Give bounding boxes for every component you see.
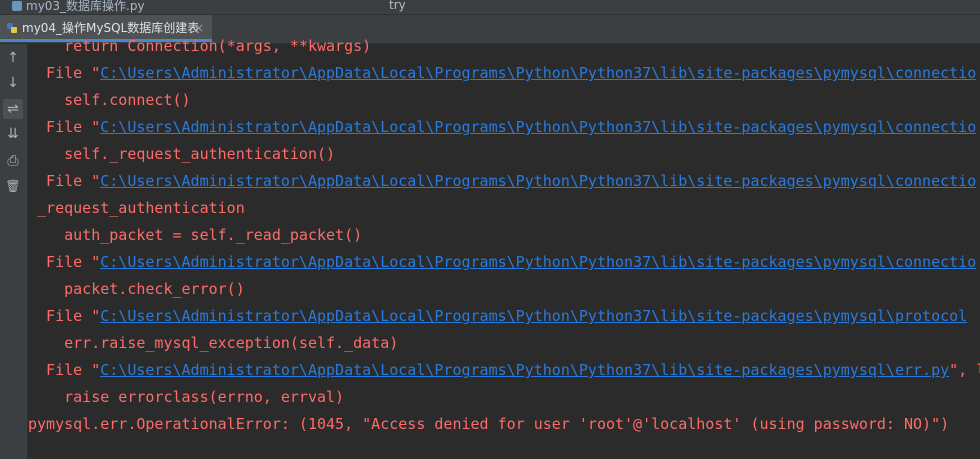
file-path-link[interactable]: C:\Users\Administrator\AppData\Local\Pro… <box>100 172 976 190</box>
error-message-line: pymysql.err.OperationalError: (1045, "Ac… <box>28 415 950 433</box>
console-line: File "C:\Users\Administrator\AppData\Loc… <box>28 64 977 82</box>
arrow-down-icon[interactable]: ↓ <box>3 73 23 93</box>
print-icon[interactable]: ⎙ <box>3 151 23 171</box>
console-line: File "C:\Users\Administrator\AppData\Loc… <box>28 172 977 190</box>
console-line: File "C:\Users\Administrator\AppData\Loc… <box>28 361 980 379</box>
arrow-up-icon[interactable]: ↑ <box>3 48 23 68</box>
file-path-link[interactable]: C:\Users\Administrator\AppData\Local\Pro… <box>100 118 976 136</box>
console-line: raise errorclass(errno, errval) <box>28 388 345 406</box>
previous-file-tab[interactable]: my03_数据库操作.py <box>12 0 145 14</box>
previous-file-tab-label: my03_数据库操作.py <box>26 0 145 13</box>
run-tab-label: my04_操作MySQL数据库创建表 <box>22 21 200 35</box>
python-file-icon <box>12 0 22 11</box>
console-line: File "C:\Users\Administrator\AppData\Loc… <box>28 307 968 325</box>
console-line: err.raise_mysql_exception(self._data) <box>28 334 399 352</box>
console-line: return Connection(*args, **kwargs) <box>28 37 372 55</box>
run-config-label: try <box>389 0 406 12</box>
file-path-link[interactable]: C:\Users\Administrator\AppData\Local\Pro… <box>100 253 976 271</box>
console-line: self._request_authentication() <box>28 145 336 163</box>
console-line: self.connect() <box>28 91 191 109</box>
console-line: packet.check_error() <box>28 280 245 298</box>
console-line: File "C:\Users\Administrator\AppData\Loc… <box>28 118 977 136</box>
file-path-link[interactable]: C:\Users\Administrator\AppData\Local\Pro… <box>100 64 976 82</box>
file-path-link[interactable]: C:\Users\Administrator\AppData\Local\Pro… <box>100 307 967 325</box>
console-toolbar: ↑ ↓ ⇌ ⇊ ⎙ 🗑 <box>0 44 28 459</box>
console-output[interactable]: return Connection(*args, **kwargs) File … <box>28 34 980 459</box>
console-line: auth_packet = self._read_packet() <box>28 226 363 244</box>
python-icon <box>7 23 17 33</box>
soft-wrap-icon[interactable]: ⇌ <box>3 99 23 119</box>
console-line: _request_authentication <box>28 199 245 217</box>
file-path-link[interactable]: C:\Users\Administrator\AppData\Local\Pro… <box>100 361 949 379</box>
top-strip: my03_数据库操作.py try <box>0 0 980 15</box>
console-line: File "C:\Users\Administrator\AppData\Loc… <box>28 253 977 271</box>
scroll-to-end-icon[interactable]: ⇊ <box>3 124 23 144</box>
trash-icon[interactable]: 🗑 <box>3 176 23 196</box>
